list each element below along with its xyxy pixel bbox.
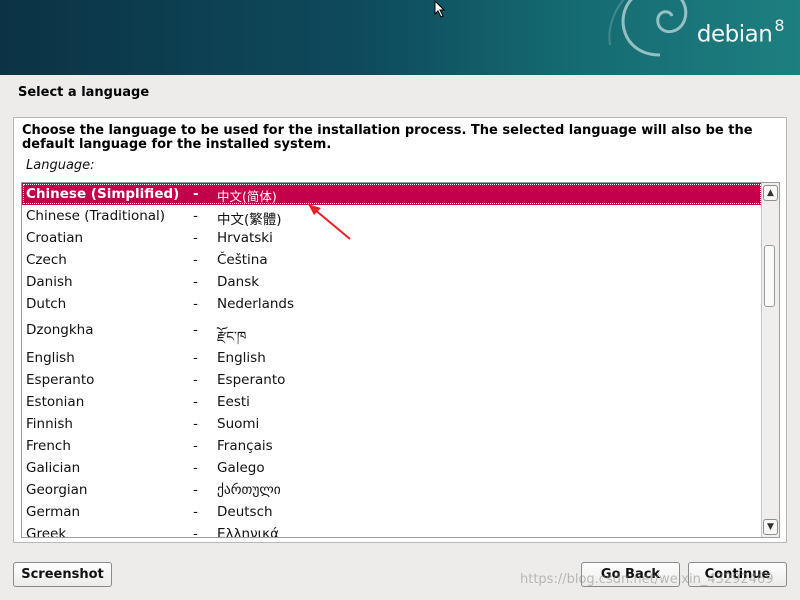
language-option[interactable]: German - Deutsch	[22, 501, 762, 523]
language-native-name: Deutsch	[217, 504, 273, 520]
screenshot-button[interactable]: Screenshot	[13, 562, 112, 587]
language-separator: -	[193, 296, 198, 312]
language-native-name: Nederlands	[217, 296, 295, 312]
language-panel: Choose the language to be used for the i…	[13, 117, 787, 543]
red-arrow-icon	[308, 204, 351, 240]
language-separator: -	[193, 526, 198, 538]
language-option[interactable]: Croatian - Hrvatski	[22, 227, 762, 249]
language-option[interactable]: Galician - Galego	[22, 457, 762, 479]
language-option[interactable]: Dzongkha - རྫོང་ཁ	[22, 315, 762, 347]
language-english-name: Danish	[26, 274, 73, 290]
language-english-name: French	[26, 438, 71, 454]
language-option[interactable]: Czech - Čeština	[22, 249, 762, 271]
installer-banner: debian 8	[0, 0, 800, 75]
language-english-name: German	[26, 504, 81, 520]
language-option[interactable]: Esperanto - Esperanto	[22, 369, 762, 391]
language-english-name: Estonian	[26, 394, 85, 410]
language-option[interactable]: Chinese (Simplified) - 中文(简体)	[22, 183, 762, 205]
language-separator: -	[193, 482, 198, 498]
language-native-name: 中文(简体)	[217, 189, 277, 204]
language-separator: -	[193, 322, 198, 338]
language-option[interactable]: Chinese (Traditional) - 中文(繁體)	[22, 205, 762, 228]
language-native-name: Eesti	[217, 394, 250, 410]
language-native-name: Hrvatski	[217, 230, 273, 246]
language-separator: -	[193, 438, 198, 454]
language-list-label: Language:	[26, 158, 95, 173]
language-separator: -	[193, 504, 198, 520]
language-english-name: Chinese (Traditional)	[26, 208, 166, 224]
language-english-name: Dutch	[26, 296, 67, 312]
language-option[interactable]: Dutch - Nederlands	[22, 293, 762, 315]
language-separator: -	[193, 372, 198, 388]
language-option[interactable]: Greek - Ελληνικά	[22, 523, 762, 538]
language-separator: -	[193, 274, 198, 290]
language-english-name: Finnish	[26, 416, 73, 432]
language-english-name: Dzongkha	[26, 322, 94, 338]
language-separator: -	[193, 416, 198, 432]
debian-logo: debian 8	[696, 16, 785, 48]
language-option[interactable]: Danish - Dansk	[22, 271, 762, 293]
language-native-name: Galego	[217, 460, 265, 476]
language-native-name: 中文(繁體)	[217, 212, 282, 228]
language-option[interactable]: French - Français	[22, 435, 762, 457]
language-english-name: Galician	[26, 460, 81, 476]
language-list[interactable]: Chinese (Simplified) - 中文(简体) Chinese (Trad…	[21, 182, 780, 538]
language-english-name: Chinese (Simplified)	[26, 186, 180, 202]
language-english-name: Croatian	[26, 230, 84, 246]
language-english-name: Esperanto	[26, 372, 95, 388]
language-separator: -	[193, 186, 199, 202]
chevron-down-icon[interactable]: ▼	[763, 519, 778, 535]
language-separator: -	[193, 394, 198, 410]
language-native-name: Čeština	[217, 252, 268, 268]
mouse-pointer-icon	[434, 0, 446, 18]
language-separator: -	[193, 350, 198, 366]
chevron-up-icon[interactable]: ▲	[763, 185, 778, 201]
language-native-name: Français	[217, 438, 273, 454]
language-native-name: Dansk	[217, 274, 260, 290]
language-english-name: Georgian	[26, 482, 88, 498]
language-option[interactable]: English - English	[22, 347, 762, 369]
language-native-name: Ελληνικά	[217, 526, 280, 538]
language-native-name: Suomi	[217, 416, 260, 432]
language-rows: Chinese (Simplified) - 中文(简体) Chinese (Trad…	[22, 183, 762, 538]
language-option[interactable]: Georgian - ქართული	[22, 479, 762, 501]
language-english-name: Czech	[26, 252, 67, 268]
language-separator: -	[193, 208, 198, 224]
language-option[interactable]: Estonian - Eesti	[22, 391, 762, 413]
watermark-text: https://blog.csdn.net/weixin_43292469	[520, 572, 774, 587]
page-title: Select a language	[18, 85, 150, 100]
language-native-name: Esperanto	[217, 372, 286, 388]
scrollbar-thumb[interactable]	[764, 245, 775, 307]
language-option[interactable]: Finnish - Suomi	[22, 413, 762, 435]
scrollbar[interactable]: ▲ ▼	[761, 183, 779, 537]
language-separator: -	[193, 460, 198, 476]
language-english-name: English	[26, 350, 75, 366]
language-separator: -	[193, 230, 198, 246]
language-native-name: ქართული	[217, 482, 281, 498]
language-english-name: Greek	[26, 526, 67, 538]
language-separator: -	[193, 252, 198, 268]
language-native-name: English	[217, 350, 266, 366]
instructions-text: Choose the language to be used for the i…	[22, 123, 753, 152]
